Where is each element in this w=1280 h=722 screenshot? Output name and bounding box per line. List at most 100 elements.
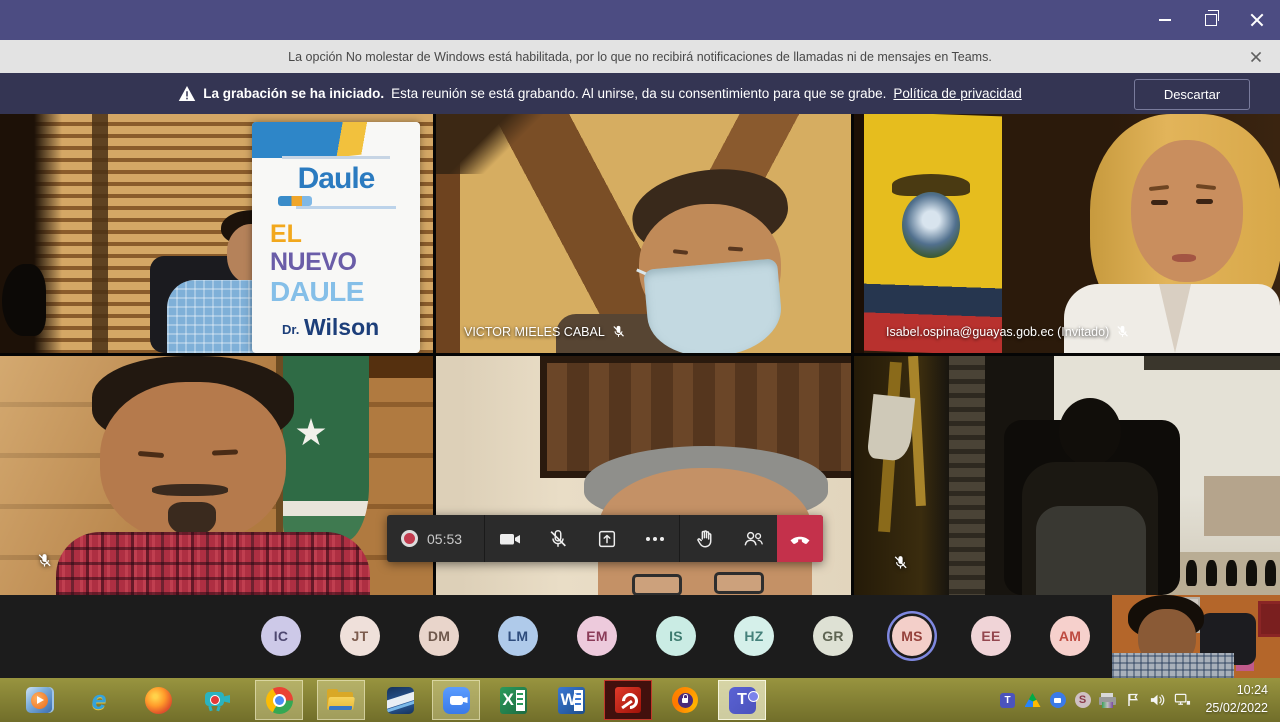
taskbar-teams[interactable]: T (718, 680, 766, 720)
clock-date: 25/02/2022 (1205, 700, 1268, 718)
hang-up-button[interactable] (777, 515, 823, 562)
participant-name-label: VICTOR MIELES CABAL (464, 324, 626, 339)
participant-chip-IS[interactable]: IS (656, 616, 696, 656)
scanner-app-icon (387, 687, 414, 714)
mic-muted-icon (611, 324, 626, 339)
close-window-button[interactable] (1234, 0, 1280, 40)
system-clock[interactable]: 10:24 25/02/2022 (1205, 682, 1268, 717)
share-screen-icon (596, 528, 618, 550)
s-badge-tray-icon[interactable]: S (1070, 678, 1095, 722)
taskbar-word[interactable]: W (547, 680, 595, 720)
mic-muted-icon (36, 552, 53, 569)
plaid-shirt (56, 532, 370, 595)
dnd-notification-bar: La opción No molestar de Windows está ha… (0, 40, 1280, 73)
participant-chip-JT[interactable]: JT (340, 616, 380, 656)
minimize-icon (1159, 19, 1171, 21)
video-tile-victor-mieles[interactable]: VICTOR MIELES CABAL (436, 114, 851, 353)
mic-muted-icon (1115, 324, 1130, 339)
firefox-icon (145, 687, 172, 714)
recording-banner: La grabación se ha iniciado. Esta reunió… (0, 73, 1280, 114)
record-indicator-icon (401, 530, 418, 547)
raise-hand-button[interactable] (680, 515, 729, 562)
google-drive-tray-icon[interactable] (1020, 678, 1045, 722)
close-icon (1250, 13, 1264, 27)
media-player-icon (26, 687, 52, 713)
taskbar-excel[interactable]: X (489, 680, 537, 720)
windows-flag-tray-icon[interactable] (1120, 678, 1145, 722)
share-screen-button[interactable] (582, 515, 631, 562)
avast-browser-icon (672, 687, 698, 713)
taskbar-file-explorer[interactable] (317, 680, 365, 720)
participant-chip-IC[interactable]: IC (261, 616, 301, 656)
word-icon: W (558, 687, 585, 714)
raise-hand-icon (694, 527, 716, 550)
camera-icon (498, 527, 522, 551)
call-timer: 05:53 (427, 531, 462, 547)
participant-chip-EM[interactable]: EM (577, 616, 617, 656)
participant-chip-HZ[interactable]: HZ (734, 616, 774, 656)
more-options-button[interactable] (631, 515, 680, 562)
zoom-icon (443, 687, 470, 714)
call-control-bar: 05:53 (387, 515, 823, 562)
windows-taskbar: e X W T T S 10:24 (0, 678, 1280, 722)
video-tile-daule-office[interactable]: Daule EL NUEVO DAULE Dr. Wilson (0, 114, 433, 353)
close-icon (1250, 51, 1261, 62)
people-button[interactable] (729, 515, 778, 562)
face-mask (643, 258, 785, 353)
participant-chip-DM[interactable]: DM (419, 616, 459, 656)
internet-explorer-icon: e (91, 687, 106, 714)
participant-chip-LM[interactable]: LM (498, 616, 538, 656)
restore-button[interactable] (1188, 0, 1234, 40)
mic-button[interactable] (534, 515, 583, 562)
teams-icon: T (729, 687, 756, 714)
participant-chip-MS[interactable]: MS (892, 616, 932, 656)
hang-up-icon (788, 527, 812, 551)
mic-muted-icon (547, 528, 569, 550)
taskbar-firefox[interactable] (134, 680, 182, 720)
warning-icon (178, 85, 196, 102)
taskbar-avast-browser[interactable] (661, 680, 709, 720)
zoom-tray-icon[interactable] (1045, 678, 1070, 722)
wall-frame (1258, 601, 1280, 637)
teams-tray-icon[interactable]: T (995, 678, 1020, 722)
screen-recorder-icon (205, 690, 231, 710)
taskbar-zoom[interactable] (432, 680, 480, 720)
mic-muted-icon (892, 554, 909, 571)
minimize-button[interactable] (1142, 0, 1188, 40)
participant-chip-EE[interactable]: EE (971, 616, 1011, 656)
clock-time: 10:24 (1205, 682, 1268, 700)
self-view-video[interactable] (1112, 595, 1280, 678)
camera-button[interactable] (485, 515, 534, 562)
recording-status: 05:53 (387, 530, 484, 547)
dnd-dismiss-button[interactable] (1240, 40, 1272, 73)
green-flag (283, 356, 369, 542)
acrobat-icon (615, 687, 641, 713)
participant-chip-AM[interactable]: AM (1050, 616, 1090, 656)
network-tray-icon[interactable] (1170, 678, 1195, 722)
taskbar-chrome[interactable] (255, 680, 303, 720)
taskbar-media-player[interactable] (15, 680, 63, 720)
participant-strip: IC JT DM LM EM IS HZ GR MS EE AM (0, 595, 1280, 678)
video-tile-isabel-ospina[interactable]: Isabel.ospina@guayas.gob.ec (Invitado) (854, 114, 1280, 353)
privacy-policy-link[interactable]: Política de privacidad (893, 86, 1021, 101)
video-tile-red-plaid-man[interactable] (0, 356, 433, 595)
printer-tray-icon[interactable] (1095, 678, 1120, 722)
dismiss-recording-button[interactable]: Descartar (1134, 79, 1250, 110)
taskbar-internet-explorer[interactable]: e (75, 680, 123, 720)
taskbar-acrobat[interactable] (604, 680, 652, 720)
people-icon (742, 527, 765, 550)
participant-chip-GR[interactable]: GR (813, 616, 853, 656)
dnd-message: La opción No molestar de Windows está ha… (288, 50, 992, 64)
poster-sig-prefix: Dr. (282, 322, 299, 337)
recording-title: La grabación se ha iniciado. (203, 86, 384, 101)
taskbar-screen-recorder[interactable] (194, 680, 242, 720)
daule-poster: Daule EL NUEVO DAULE Dr. Wilson (252, 122, 420, 353)
poster-brand: Daule (252, 162, 420, 196)
system-tray: T S (995, 678, 1195, 722)
horse-statue (2, 264, 46, 336)
video-tile-office-window-man[interactable] (854, 356, 1280, 595)
excel-icon: X (500, 687, 527, 714)
volume-tray-icon[interactable] (1145, 678, 1170, 722)
taskbar-scanner-app[interactable] (376, 680, 424, 720)
file-explorer-icon (327, 689, 355, 711)
